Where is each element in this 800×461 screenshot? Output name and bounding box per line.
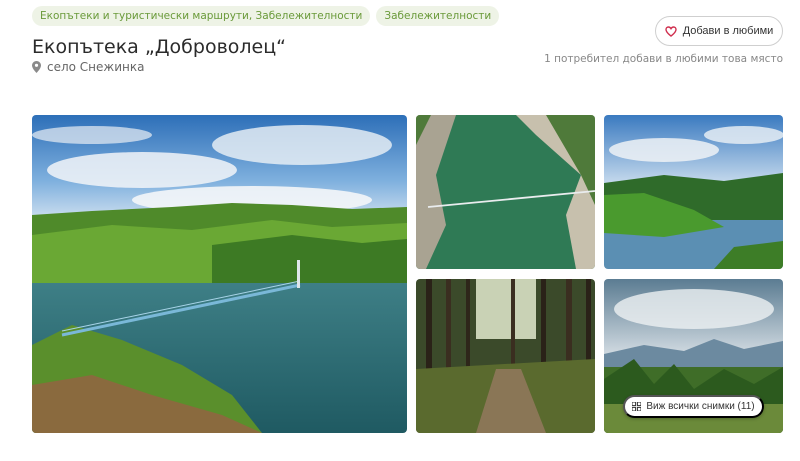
page-title: Екопътека „Доброволец“ (32, 36, 287, 58)
tag-list: Екопътеки и туристически маршрути, Забел… (32, 6, 500, 26)
add-to-favorites-label: Добави в любими (682, 25, 774, 37)
view-all-photos-button[interactable]: Виж всички снимки (11) (623, 395, 764, 418)
lake-bridge-photo[interactable] (32, 115, 407, 433)
favorites-count: 1 потребител добави в любими това място (544, 53, 783, 65)
mountain-lake-photo[interactable] (604, 115, 783, 269)
grid-icon (632, 402, 642, 411)
tag-category[interactable]: Екопътеки и туристически маршрути, Забел… (32, 6, 371, 26)
river-aerial-photo[interactable] (416, 115, 595, 269)
forest-path-photo[interactable] (416, 279, 595, 433)
location-text: село Снежинка (47, 60, 145, 74)
add-to-favorites-button[interactable]: Добави в любими (655, 16, 783, 46)
view-all-photos-label: Виж всички снимки (11) (646, 401, 755, 412)
tag-category[interactable]: Забележителности (376, 6, 500, 26)
heart-icon (664, 25, 677, 37)
location: село Снежинка (32, 60, 144, 74)
map-pin-icon (32, 61, 41, 73)
